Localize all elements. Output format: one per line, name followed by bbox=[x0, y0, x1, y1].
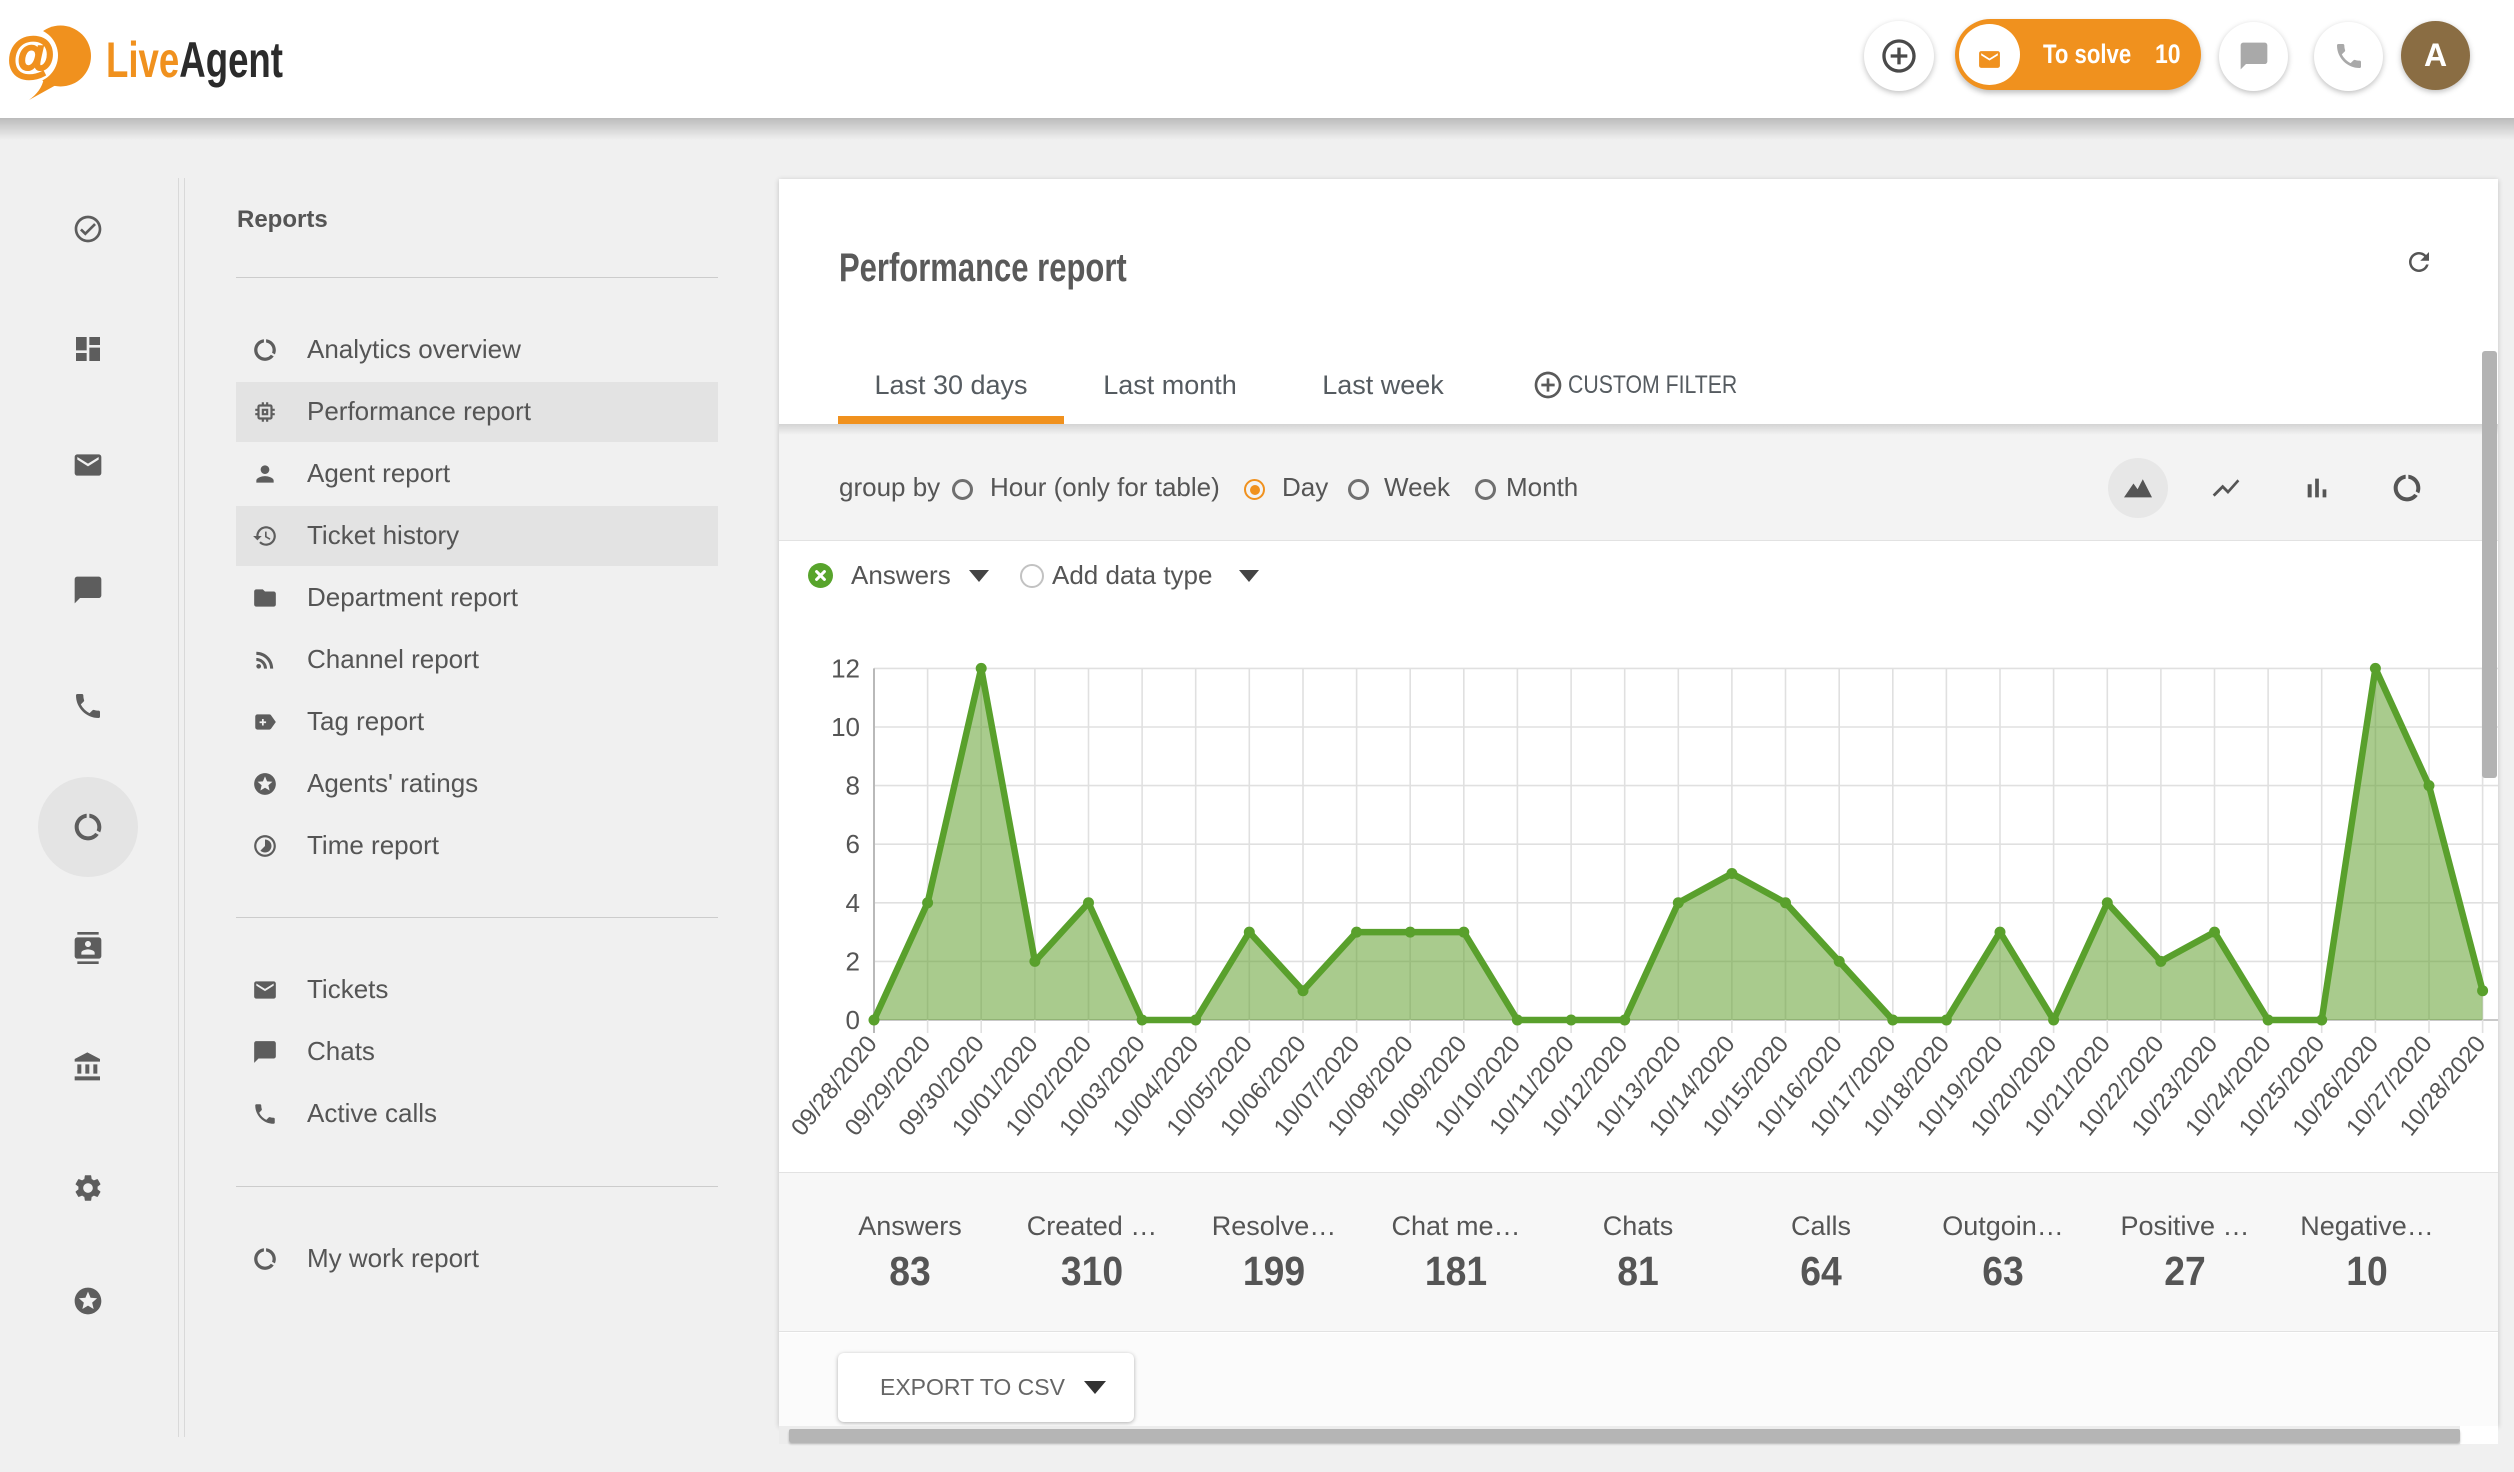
svg-text:LiveAgent: LiveAgent bbox=[106, 32, 283, 88]
svg-text:6: 6 bbox=[846, 829, 860, 859]
svg-text:4: 4 bbox=[846, 888, 860, 918]
svg-text:2: 2 bbox=[846, 946, 860, 976]
svg-text:10: 10 bbox=[831, 712, 860, 742]
svg-text:12: 12 bbox=[831, 653, 860, 683]
svg-text:0: 0 bbox=[846, 1005, 860, 1035]
svg-text:8: 8 bbox=[846, 771, 860, 801]
svg-text:@: @ bbox=[8, 30, 55, 83]
